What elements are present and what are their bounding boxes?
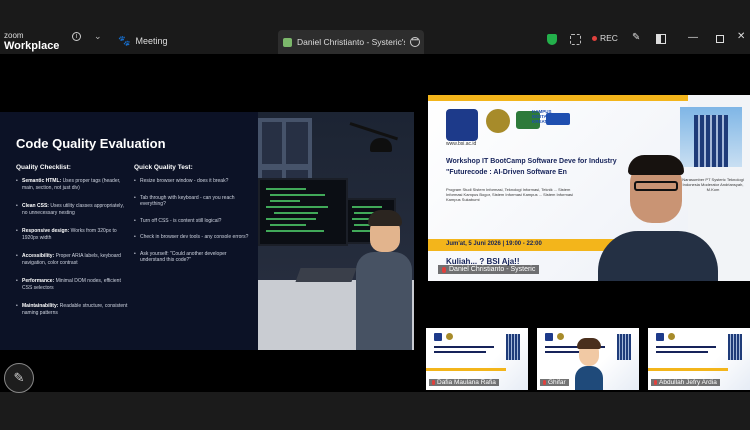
lamp-arm (349, 122, 399, 141)
participant-name-tag: Dafia Maulana Rafia (429, 379, 499, 386)
recording-label: REC (600, 33, 618, 43)
list-item: Ask yourself: "Could another developer u… (134, 251, 250, 264)
thumbnail-seal (557, 333, 564, 340)
participant-name: Ghifar (548, 379, 566, 386)
checklist-list: Semantic HTML: Uses proper tags (header,… (16, 178, 128, 323)
screen-share-icon (283, 37, 292, 47)
thumbnail-building (506, 334, 520, 360)
banner-program-text: Program Studi Sistem Informasi, Teknolog… (446, 187, 573, 202)
developer-hair (368, 210, 402, 226)
maximize-window-button[interactable] (716, 35, 724, 43)
thumbnail-seal (668, 333, 675, 340)
mic-muted-icon (442, 266, 446, 273)
annotate-pen-button[interactable]: ✎ (4, 363, 34, 393)
banner-date: Jum'at, 5 Juni 2026 | 19:00 - 22:00 (446, 241, 542, 247)
close-window-button[interactable]: ✕ (737, 31, 745, 42)
title-bar: zoom Workplace i ⌄ 🐾 Meeting Daniel Chri… (0, 0, 750, 54)
zoom-workplace-logo: zoom Workplace (4, 31, 60, 52)
layout-view-icon[interactable] (656, 34, 666, 44)
tab-screen-share[interactable]: Daniel Christianto - Systeric's scre ••• (278, 30, 424, 54)
speaker-name: Daniel Christianto - Systeric (449, 266, 536, 273)
security-shield-icon[interactable] (547, 34, 557, 45)
thumbnail-text-line (656, 346, 716, 348)
avatar-hair (577, 338, 601, 349)
thumbnail-building (728, 334, 742, 360)
paw-icon: 🐾 (118, 35, 131, 47)
thumbnail-text-line (434, 351, 486, 353)
list-item: Check in browser dev tools - any console… (134, 234, 250, 241)
thumbnail-date-bar (426, 368, 506, 371)
info-icon[interactable]: i (72, 32, 81, 41)
slide-title: Code Quality Evaluation (16, 136, 166, 151)
participant-name: Abdullah Jefry Ardia (659, 379, 717, 386)
seal-logo (486, 109, 510, 133)
participant-name-tag: Ghifar (540, 379, 569, 386)
thumbnail-logo (434, 333, 442, 341)
participant-name-tag: Abdullah Jefry Ardia (651, 379, 720, 386)
lamp-icon (370, 138, 392, 152)
list-item: Maintainability: Readable structure, con… (16, 303, 128, 316)
developer-body (356, 252, 412, 350)
avatar-body (575, 366, 603, 390)
list-item: Turn off CSS - is content still logical? (134, 218, 250, 225)
developer-illustration (258, 112, 414, 350)
tab-screen-share-label: Daniel Christianto - Systeric's scre (297, 37, 405, 47)
participant-name: Dafia Maulana Rafia (437, 379, 496, 386)
banner-top-stripe (428, 95, 688, 101)
title-bar-content: zoom Workplace i ⌄ 🐾 Meeting Daniel Chri… (0, 30, 750, 54)
university-logo (446, 109, 478, 141)
speaker-person (558, 145, 738, 281)
checklist-heading: Quality Checklist: (16, 164, 71, 171)
thumbnail-text-line (434, 346, 494, 348)
list-item: Responsive design: Works from 320px to 1… (16, 228, 128, 241)
list-item: Tab through with keyboard - can you reac… (134, 195, 250, 208)
thumbnail-logo (656, 333, 664, 341)
monitor-left (258, 178, 348, 246)
list-item: Performance: Minimal DOM nodes, efficien… (16, 278, 128, 291)
banner-url: www.bsi.ac.id (446, 141, 477, 147)
mic-muted-icon (543, 380, 546, 385)
banner-subtitle: "Futurecode : AI-Driven Software En (446, 169, 567, 176)
list-item: Clean CSS: Uses utility classes appropri… (16, 203, 128, 216)
bottom-bar (0, 392, 750, 430)
speaker-torso (598, 231, 718, 281)
fit-window-icon[interactable] (570, 34, 581, 45)
recording-indicator[interactable]: REC (592, 33, 618, 43)
chevron-down-icon[interactable]: ⌄ (94, 31, 102, 42)
participant-thumbnail[interactable]: Dafia Maulana Rafia (426, 328, 528, 390)
list-item: Semantic HTML: Uses proper tags (header,… (16, 178, 128, 191)
more-options-icon[interactable]: ••• (410, 37, 420, 47)
recording-dot-icon (592, 35, 597, 41)
test-heading: Quick Quality Test: (134, 164, 193, 171)
speaker-glasses (634, 181, 678, 191)
thumbnail-seal (446, 333, 453, 340)
speaker-name-tag: Daniel Christianto - Systeric (438, 265, 540, 274)
keyboard-illustration (295, 268, 357, 282)
annotate-pen-icon[interactable]: ✎ (632, 32, 640, 43)
thumbnail-logo (545, 333, 553, 341)
speaker-video-tile[interactable]: www.bsi.ac.id KAMPUS DIGITAL KREATIF Wor… (428, 95, 750, 281)
kdk-text: KAMPUS DIGITAL KREATIF (532, 109, 552, 124)
speaker-hair (628, 155, 684, 175)
participant-thumbnail[interactable]: Abdullah Jefry Ardia (648, 328, 750, 390)
list-item: Resize browser window - does it break? (134, 178, 250, 185)
thumbnail-text-line (656, 351, 708, 353)
mic-muted-icon (432, 380, 435, 385)
mic-muted-icon (654, 380, 657, 385)
tab-meeting-label: Meeting (135, 36, 168, 46)
tab-meeting[interactable]: 🐾 Meeting (118, 30, 167, 52)
participant-thumbnail[interactable]: Ghifar (537, 328, 639, 390)
list-item: Accessibility: Proper ARIA labels, keybo… (16, 253, 128, 266)
quick-test-list: Resize browser window - does it break? T… (134, 178, 250, 271)
thumbnail-date-bar (648, 368, 728, 371)
minimize-window-button[interactable]: — (688, 32, 698, 43)
thumbnail-building (617, 334, 631, 360)
shared-screen-slide: Code Quality Evaluation Quality Checklis… (0, 112, 414, 350)
